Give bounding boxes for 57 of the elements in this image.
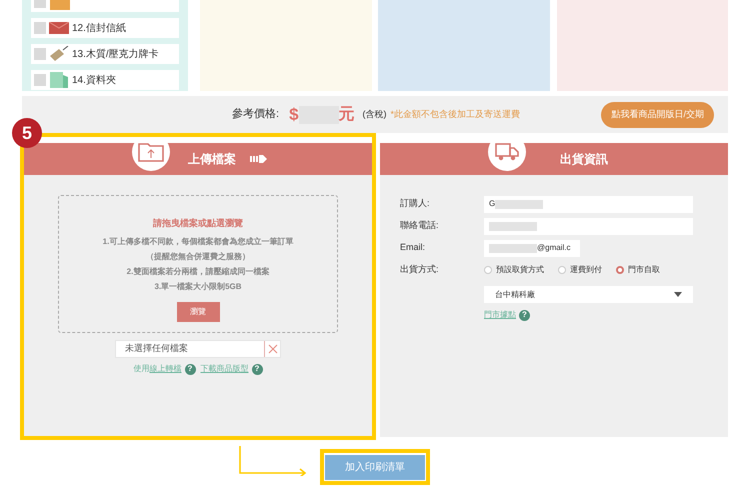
tax-note: (含稅) bbox=[362, 108, 387, 121]
product-label: 13.木質/壓克力牌卡 bbox=[72, 48, 159, 62]
caret-icon bbox=[674, 292, 682, 297]
shipping-note: *此金額不包含後加工及寄送運費 bbox=[390, 108, 520, 121]
instruction-text: 2.雙面檔案若分兩檔，請壓縮成同一檔案 bbox=[126, 266, 270, 278]
help-icon[interactable]: ? bbox=[252, 364, 262, 374]
checkbox[interactable] bbox=[34, 22, 46, 34]
checkbox[interactable] bbox=[34, 74, 46, 86]
truck-icon bbox=[495, 142, 519, 162]
folder-upload-icon bbox=[138, 142, 164, 162]
option-label: 運費到付 bbox=[570, 264, 602, 276]
folder-icon bbox=[49, 71, 69, 89]
drop-title: 請拖曳檔案或點選瀏覽 bbox=[153, 217, 243, 230]
store-dropdown[interactable]: 台中精科廠 bbox=[484, 286, 693, 303]
link-prefix: 使用 bbox=[134, 363, 150, 375]
product-label: 14.資料夾 bbox=[72, 74, 116, 88]
field-value: G bbox=[489, 198, 496, 210]
price-unit: 元 bbox=[338, 104, 355, 124]
field-label: 聯絡電話: bbox=[400, 219, 440, 232]
field-label: Email: bbox=[400, 241, 426, 254]
field-label: 訂購人: bbox=[400, 197, 431, 210]
checkbox[interactable] bbox=[34, 48, 46, 60]
clear-icon[interactable] bbox=[264, 341, 280, 357]
instruction-text: 3.單一檔案大小限制5GB bbox=[154, 280, 242, 292]
shipping-option[interactable]: 預設取貨方式 bbox=[484, 264, 544, 276]
section-title: 出貨資訊 bbox=[560, 151, 608, 168]
text-field[interactable] bbox=[484, 218, 693, 234]
file-field[interactable]: 未選擇任何檔案 bbox=[115, 340, 281, 358]
text-field[interactable]: @gmail.c bbox=[484, 240, 580, 256]
instruction-text: 1.可上傳多檔不同款，每個檔案都會為您成立一筆訂單 bbox=[102, 236, 294, 248]
section-title: 上傳檔案 bbox=[188, 151, 236, 168]
shipping-option[interactable]: 運費到付 bbox=[558, 264, 602, 276]
option-label: 門市自取 bbox=[628, 264, 660, 276]
product-option[interactable]: 12.信封信紙 bbox=[31, 18, 179, 38]
envelope-icon bbox=[49, 22, 69, 34]
dropdown-value: 台中精科廠 bbox=[495, 288, 535, 300]
option-label: 預設取貨方式 bbox=[496, 264, 544, 276]
price-label: 參考價格: bbox=[232, 107, 280, 122]
radio-button[interactable] bbox=[616, 266, 624, 274]
help-icon[interactable]: ? bbox=[184, 364, 196, 374]
instruction-text: （提醒您無合併運費之服務） bbox=[146, 250, 250, 262]
currency-symbol: $ bbox=[289, 104, 299, 126]
help-icon[interactable]: ? bbox=[519, 310, 530, 320]
field-label: 出貨方式: bbox=[400, 263, 440, 276]
radio-button[interactable] bbox=[484, 266, 492, 274]
product-label: 12.信封信紙 bbox=[72, 22, 126, 36]
file-status: 未選擇任何檔案 bbox=[124, 342, 189, 356]
product-option[interactable]: 13.木質/壓克力牌卡 bbox=[31, 44, 179, 64]
field-value: @gmail.c bbox=[537, 242, 570, 254]
step-badge: 5 bbox=[12, 118, 42, 148]
radio-button[interactable] bbox=[558, 266, 566, 274]
tag-icon bbox=[49, 46, 69, 62]
product-option[interactable]: 14.資料夾 bbox=[31, 70, 179, 90]
shipping-option[interactable]: 門市自取 bbox=[616, 264, 660, 276]
arrow-icon bbox=[239, 446, 307, 476]
arrow-icon bbox=[250, 154, 268, 164]
text-field[interactable]: G bbox=[484, 196, 693, 212]
